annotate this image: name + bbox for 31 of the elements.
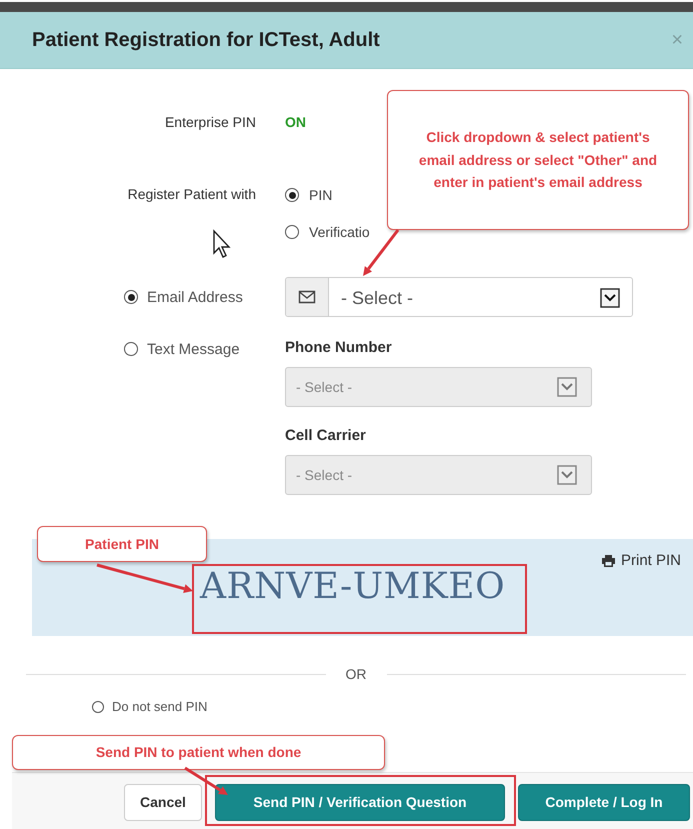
arrow [184, 766, 228, 795]
radio-label: Text Message [147, 340, 240, 358]
action-button[interactable]: Complete / Log In [518, 784, 690, 820]
callout: Patient PIN [37, 526, 207, 562]
radio-button[interactable] [285, 188, 299, 202]
radio-label: Email Address [147, 288, 243, 306]
pin-code: ARNVE-UMKEO [200, 569, 506, 605]
radio-button[interactable] [124, 342, 138, 356]
radio-label: PIN [309, 187, 332, 203]
radio-button[interactable] [285, 225, 299, 239]
field-label: Register Patient with [126, 186, 256, 204]
cancel-button[interactable]: Cancel [124, 784, 202, 820]
caret-icon [557, 465, 577, 485]
caret-icon [557, 377, 577, 397]
radio-button[interactable] [92, 700, 104, 712]
dialog-title: Patient Registration for ICTest, Adult [32, 28, 380, 52]
callout: Send PIN to patient when done [12, 735, 385, 770]
status-value: ON [285, 113, 307, 132]
field-label: Enterprise PIN [164, 113, 256, 132]
radio-label: Verificatio [309, 224, 370, 240]
caret-icon [600, 288, 620, 308]
print-link[interactable]: Print PIN [600, 552, 681, 569]
radio-button[interactable] [124, 290, 138, 304]
action-button[interactable]: Send PIN / Verification Question [215, 784, 505, 820]
field-label: Cell Carrier [285, 427, 367, 444]
field-label: Phone Number [285, 339, 393, 356]
callout: Click dropdown & select patient's email address or select "Other" and enter in patient's email address [387, 90, 689, 230]
printer-icon [600, 554, 616, 568]
envelope-icon [298, 290, 316, 304]
separator-label: OR [346, 666, 366, 682]
radio-label: Do not send PIN [112, 699, 208, 714]
